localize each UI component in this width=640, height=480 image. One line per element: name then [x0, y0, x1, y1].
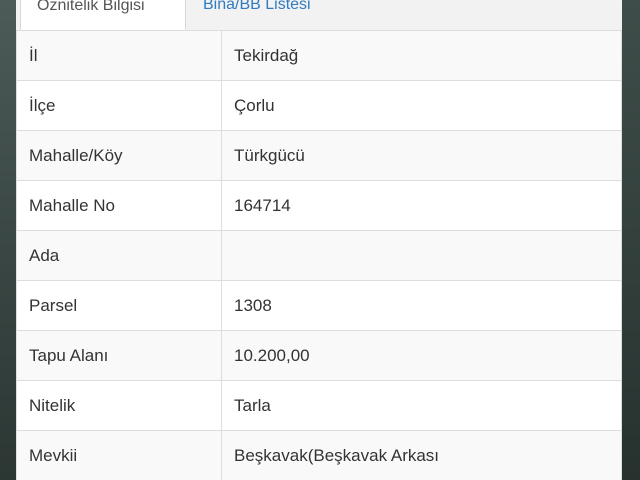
- tab-attribute-info[interactable]: Öznitelik Bilgisi: [20, 0, 186, 30]
- table-row-mevkii: Mevkii Beşkavak(Beşkavak Arkası: [16, 430, 622, 480]
- map-background: Öznitelik Bilgisi Bina/BB Listesi İl Tek…: [0, 0, 640, 480]
- row-value: Tarla: [221, 380, 622, 431]
- row-value: [221, 230, 622, 281]
- row-value: 10.200,00: [221, 330, 622, 381]
- parcel-info-panel: Öznitelik Bilgisi Bina/BB Listesi İl Tek…: [16, 0, 622, 480]
- table-row-ada: Ada: [16, 230, 622, 281]
- table-row-mahalle: Mahalle/Köy Türkgücü: [16, 130, 622, 181]
- table-row-tapu-alani: Tapu Alanı 10.200,00: [16, 330, 622, 381]
- table-row-mahalle-no: Mahalle No 164714: [16, 180, 622, 231]
- table-row-il: İl Tekirdağ: [16, 30, 622, 81]
- row-value: Beşkavak(Beşkavak Arkası: [221, 430, 622, 480]
- map-edge-left: [0, 0, 16, 480]
- row-key: Mahalle/Köy: [16, 130, 222, 181]
- table-row-nitelik: Nitelik Tarla: [16, 380, 622, 431]
- row-key: İl: [16, 30, 222, 81]
- row-key: İlçe: [16, 80, 222, 131]
- row-value: Tekirdağ: [221, 30, 622, 81]
- row-key: Parsel: [16, 280, 222, 331]
- row-value: Türkgücü: [221, 130, 622, 181]
- row-key: Nitelik: [16, 380, 222, 431]
- map-edge-right: [622, 0, 640, 480]
- row-key: Mahalle No: [16, 180, 222, 231]
- table-row-ilce: İlçe Çorlu: [16, 80, 622, 131]
- attribute-table: İl Tekirdağ İlçe Çorlu Mahalle/Köy Türkg…: [16, 30, 622, 480]
- row-value: 164714: [221, 180, 622, 231]
- tab-building-list[interactable]: Bina/BB Listesi: [187, 0, 347, 30]
- row-key: Tapu Alanı: [16, 330, 222, 381]
- row-key: Mevkii: [16, 430, 222, 480]
- row-value: 1308: [221, 280, 622, 331]
- tab-bar: Öznitelik Bilgisi Bina/BB Listesi: [16, 0, 622, 31]
- row-key: Ada: [16, 230, 222, 281]
- row-value: Çorlu: [221, 80, 622, 131]
- table-row-parsel: Parsel 1308: [16, 280, 622, 331]
